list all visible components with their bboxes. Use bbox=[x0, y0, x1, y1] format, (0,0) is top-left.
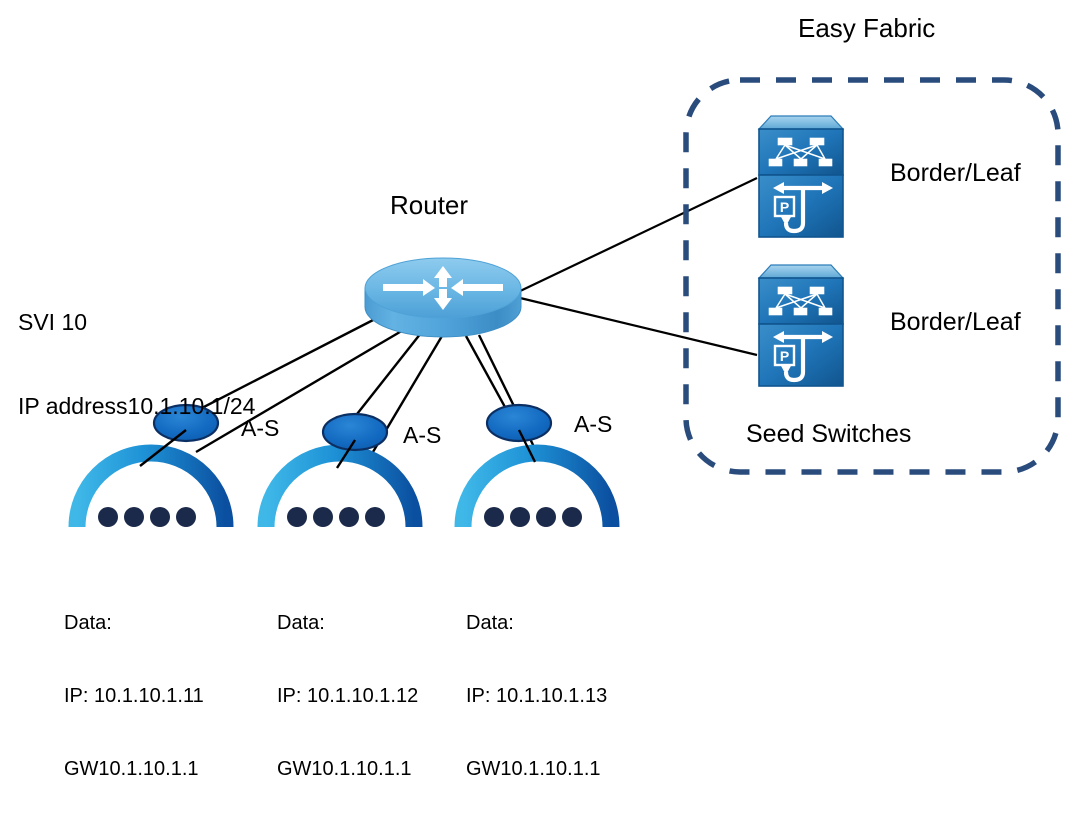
data-title-1: Data: bbox=[64, 611, 112, 634]
router-title: Router bbox=[390, 190, 469, 220]
port-channel-ellipse-2 bbox=[321, 412, 389, 452]
border-leaf-label-1: Border/Leaf bbox=[890, 159, 1021, 187]
seed-switches-label: Seed Switches bbox=[746, 420, 912, 448]
link-router-borderleaf-2 bbox=[515, 295, 758, 357]
data-title-2: Data: bbox=[277, 611, 325, 634]
switch-router-icon-1: P bbox=[757, 115, 845, 238]
host-data-block-2: Data: IP: 10.1.10.1.12 GW10.1.10.1.1 bbox=[277, 562, 418, 830]
data-gw-1: GW10.1.10.1.1 bbox=[64, 758, 199, 781]
host-data-block-1: Data: IP: 10.1.10.1.11 GW10.1.10.1.1 bbox=[64, 562, 204, 830]
link-router-borderleaf-1 bbox=[515, 177, 758, 294]
data-ip-1: IP: 10.1.10.1.11 bbox=[64, 684, 204, 707]
link-router-group3-a bbox=[464, 335, 513, 419]
as-label-1: A-S bbox=[241, 415, 280, 441]
data-title-3: Data: bbox=[466, 611, 514, 634]
fabric-uplinks bbox=[515, 177, 758, 357]
easy-fabric-title: Easy Fabric bbox=[798, 13, 936, 43]
data-ip-3: IP: 10.1.10.1.13 bbox=[466, 684, 608, 707]
port-channel-ellipse-3 bbox=[485, 403, 553, 443]
as-label-2: A-S bbox=[403, 422, 442, 448]
access-group-2 bbox=[257, 412, 423, 528]
as-label-3: A-S bbox=[574, 411, 613, 437]
host-dots-1 bbox=[98, 507, 196, 527]
router-icon bbox=[364, 257, 522, 338]
data-gw-2: GW10.1.10.1.1 bbox=[277, 758, 412, 781]
easy-fabric-boundary bbox=[683, 77, 1061, 475]
host-data-block-3: Data: IP: 10.1.10.1.13 GW10.1.10.1.1 bbox=[466, 562, 607, 830]
svg-text:P: P bbox=[780, 199, 789, 215]
host-dots-2 bbox=[287, 507, 385, 527]
svg-text:P: P bbox=[780, 348, 789, 364]
svi-annotation: SVI 10 IP address10.1.10.1/24 bbox=[18, 252, 255, 476]
switch-router-icon-2: P bbox=[757, 264, 845, 387]
svi-line-2: IP address10.1.10.1/24 bbox=[18, 393, 256, 420]
data-ip-2: IP: 10.1.10.1.12 bbox=[277, 684, 419, 707]
network-diagram: P P Easy Fabric Router SVI 10 IP address… bbox=[0, 0, 1081, 780]
border-leaf-label-2: Border/Leaf bbox=[890, 308, 1021, 336]
host-dots-3 bbox=[484, 507, 582, 527]
svi-line-1: SVI 10 bbox=[18, 309, 88, 336]
data-gw-3: GW10.1.10.1.1 bbox=[466, 758, 601, 781]
